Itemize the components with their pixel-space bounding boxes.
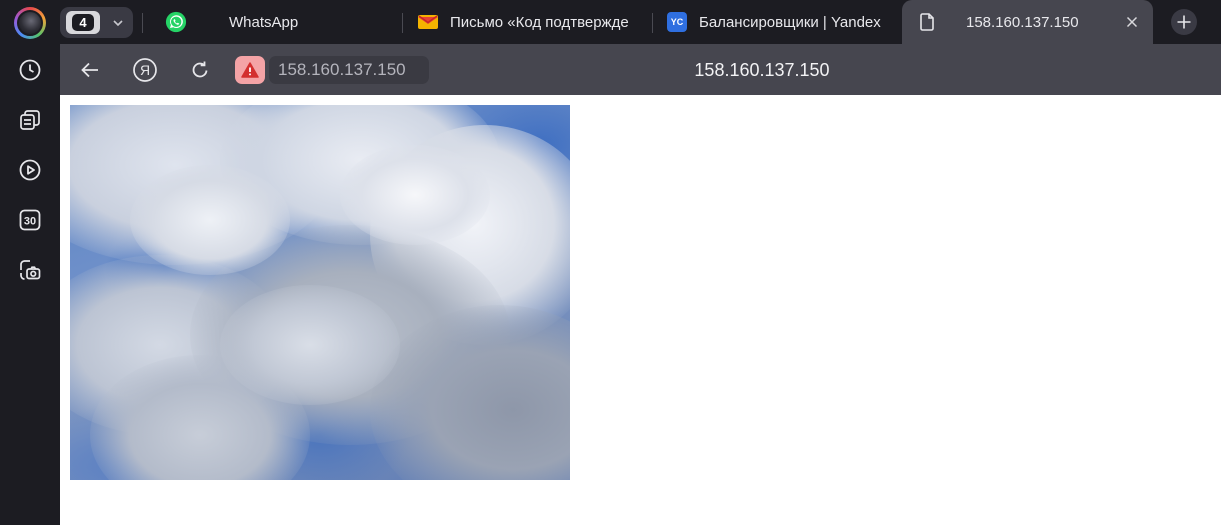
yandex-letter: Я [140, 62, 150, 78]
tab-count: 4 [72, 14, 94, 31]
yandex-cloud-icon: YC [666, 11, 688, 33]
arrow-left-icon [81, 62, 98, 78]
security-warning-button[interactable] [235, 56, 265, 84]
tab-strip: 4 WhatsApp Письмо «Код подтвержде YC Бал… [60, 0, 1221, 44]
tab-whatsapp[interactable]: WhatsApp [165, 0, 395, 44]
sky-clouds-image [70, 105, 570, 480]
screenshot-icon[interactable] [17, 257, 43, 283]
yandex-cloud-icon-text: YC [667, 12, 687, 32]
tab-counter-button[interactable]: 4 [60, 7, 133, 38]
tab-title: WhatsApp [229, 13, 299, 31]
reload-icon [192, 61, 208, 78]
close-icon[interactable] [1123, 13, 1141, 31]
tab-separator [652, 13, 653, 33]
left-sidebar: 30 [0, 0, 60, 525]
page-icon [916, 11, 938, 33]
address-bar[interactable]: 158.160.137.150 [269, 56, 429, 84]
navigation-toolbar: Я 158.160.137.150 158.160.137.150 [60, 44, 1221, 95]
new-tab-button[interactable] [1171, 9, 1197, 35]
tab-count-badge: 4 [66, 11, 100, 34]
tab-separator [402, 13, 403, 33]
cloud-shape [220, 285, 400, 405]
tab-mail[interactable]: Письмо «Код подтвержде [417, 0, 642, 44]
avatar-image [17, 10, 43, 36]
calendar-icon-label: 30 [24, 216, 36, 228]
tab-title: 158.160.137.150 [966, 13, 1079, 31]
reload-button[interactable] [186, 56, 214, 84]
profile-avatar[interactable] [14, 7, 46, 39]
page-content [60, 95, 1221, 525]
mail-icon [417, 11, 439, 33]
history-icon[interactable] [17, 57, 43, 83]
cloud-shape [130, 165, 290, 275]
tab-yandex-cloud[interactable]: YC Балансировщики | Yandex [666, 0, 892, 44]
whatsapp-icon [165, 11, 187, 33]
tab-separator [142, 13, 143, 33]
warning-icon [241, 62, 259, 78]
plus-icon [1177, 15, 1191, 29]
chevron-down-icon [108, 13, 128, 33]
yandex-logo-icon: Я [133, 58, 157, 82]
page-title: 158.160.137.150 [694, 60, 830, 80]
yandex-button[interactable]: Я [131, 56, 159, 84]
tab-title: Балансировщики | Yandex [699, 13, 881, 31]
back-button[interactable] [76, 56, 104, 84]
tab-title: Письмо «Код подтвержде [450, 13, 629, 31]
collections-icon[interactable] [17, 107, 43, 133]
cloud-shape [340, 145, 490, 245]
tab-active-page[interactable]: 158.160.137.150 [902, 0, 1153, 44]
video-icon[interactable] [17, 157, 43, 183]
calendar-icon[interactable]: 30 [17, 207, 43, 233]
